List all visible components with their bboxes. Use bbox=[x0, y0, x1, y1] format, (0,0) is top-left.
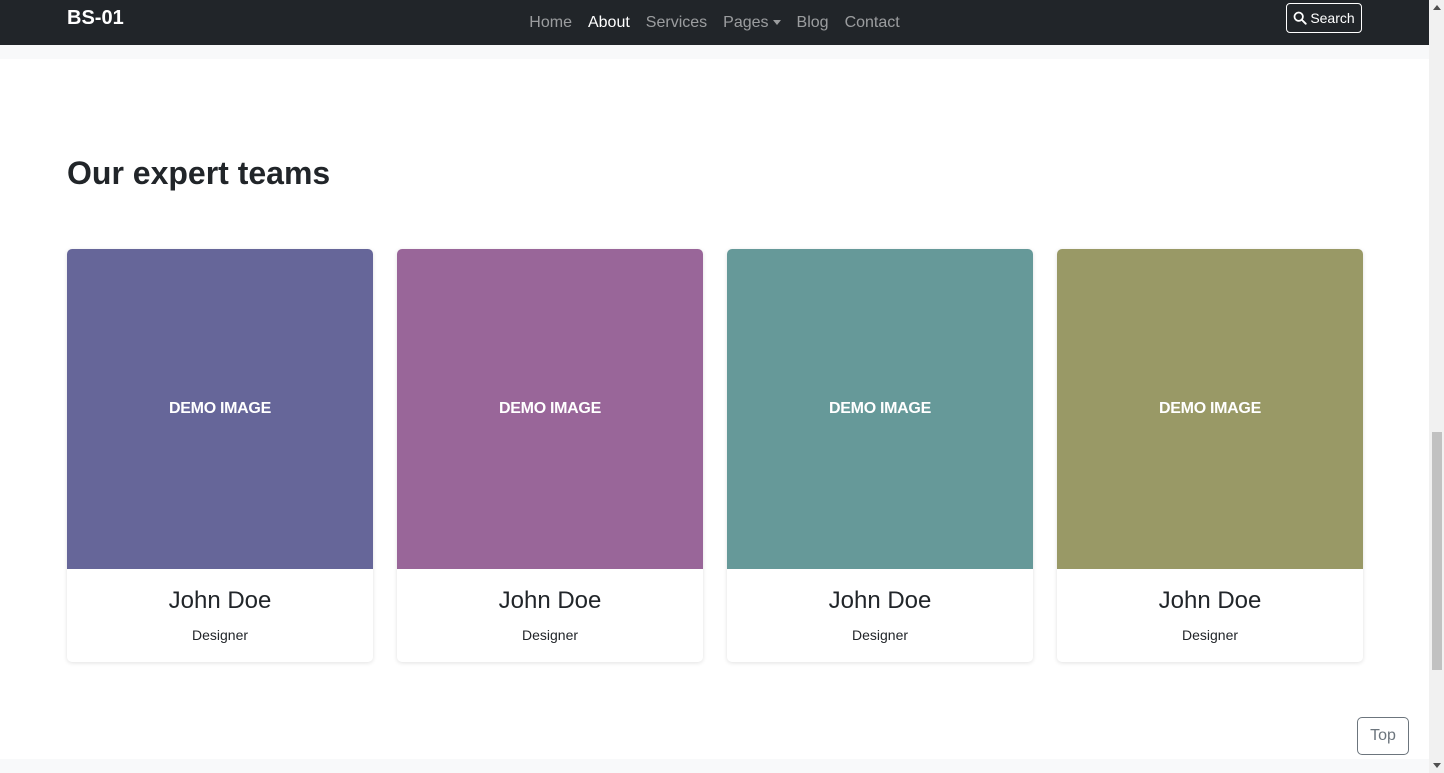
caret-down-icon bbox=[772, 20, 781, 25]
back-to-top-button[interactable]: Top bbox=[1357, 717, 1409, 755]
nav-pages-label: Pages bbox=[723, 13, 769, 31]
team-member-image: DEMO IMAGE bbox=[727, 249, 1033, 569]
team-member-name: John Doe bbox=[498, 587, 602, 614]
section-title: Our expert teams bbox=[67, 155, 331, 191]
team-card: DEMO IMAGE John Doe Designer bbox=[67, 249, 373, 662]
nav-contact[interactable]: Contact bbox=[845, 14, 900, 32]
section-divider bbox=[0, 45, 1429, 59]
team-member-name: John Doe bbox=[168, 587, 272, 614]
vertical-scrollbar[interactable] bbox=[1429, 0, 1444, 773]
team-card: DEMO IMAGE John Doe Designer bbox=[1057, 249, 1363, 662]
card-body: John Doe Designer bbox=[397, 569, 703, 643]
nav-about[interactable]: About bbox=[588, 14, 630, 32]
nav-links: Home About Services Pages Blog Contact bbox=[0, 0, 1429, 45]
scroll-down-arrow-icon[interactable] bbox=[1429, 758, 1444, 773]
team-member-image: DEMO IMAGE bbox=[1057, 249, 1363, 569]
search-button-label: Search bbox=[1310, 10, 1355, 26]
team-member-role: Designer bbox=[521, 627, 579, 643]
team-member-name: John Doe bbox=[828, 587, 932, 614]
card-body: John Doe Designer bbox=[727, 569, 1033, 643]
card-body: John Doe Designer bbox=[67, 569, 373, 643]
footer-band bbox=[0, 759, 1429, 773]
team-member-role: Designer bbox=[191, 627, 249, 643]
scroll-up-arrow-icon[interactable] bbox=[1429, 0, 1444, 15]
card-body: John Doe Designer bbox=[1057, 569, 1363, 643]
scrollbar-thumb[interactable] bbox=[1432, 432, 1442, 670]
search-button[interactable]: Search bbox=[1286, 3, 1362, 33]
team-cards: DEMO IMAGE John Doe Designer DEMO IMAGE … bbox=[67, 249, 1363, 662]
team-member-image: DEMO IMAGE bbox=[67, 249, 373, 569]
nav-pages-dropdown[interactable]: Pages bbox=[723, 13, 781, 32]
team-card: DEMO IMAGE John Doe Designer bbox=[727, 249, 1033, 662]
navbar: BS-01 Home About Services Pages Blog Con… bbox=[0, 0, 1429, 45]
team-member-name: John Doe bbox=[1158, 587, 1262, 614]
team-card: DEMO IMAGE John Doe Designer bbox=[397, 249, 703, 662]
nav-home[interactable]: Home bbox=[529, 14, 572, 32]
team-member-role: Designer bbox=[1181, 627, 1239, 643]
brand-link[interactable]: BS-01 bbox=[67, 7, 124, 30]
team-member-role: Designer bbox=[851, 627, 909, 643]
search-icon bbox=[1293, 11, 1307, 25]
nav-services[interactable]: Services bbox=[646, 14, 707, 32]
nav-blog[interactable]: Blog bbox=[797, 14, 829, 32]
team-member-image: DEMO IMAGE bbox=[397, 249, 703, 569]
